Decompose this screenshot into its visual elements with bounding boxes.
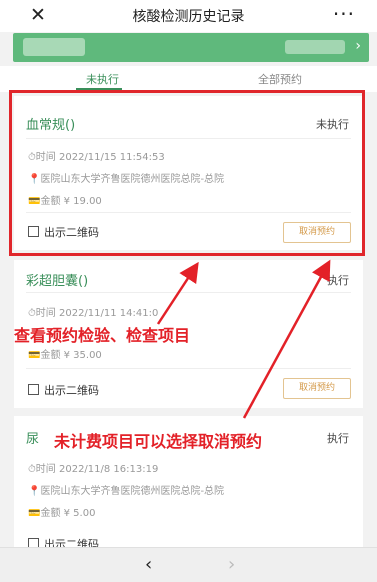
more-icon[interactable]: ··· [333, 2, 355, 26]
back-arrow-icon[interactable]: ‹ [145, 554, 152, 575]
divider [26, 368, 351, 369]
highlight-box [9, 90, 365, 256]
show-qr-button[interactable]: 出示二维码 [28, 382, 99, 398]
qr-code-icon [28, 384, 39, 395]
tab-bar: 未执行 全部预约 [0, 66, 377, 92]
record-time: ⏱时间 2022/11/11 14:41:0 [28, 308, 159, 319]
record-time: ⏱时间 2022/11/8 16:13:19 [28, 464, 159, 475]
cancel-appointment-button[interactable]: 取消预约 [283, 378, 351, 399]
tab-pending[interactable]: 未执行 [86, 71, 119, 87]
page-title: 核酸检测历史记录 [132, 9, 245, 25]
annotation-cancel-hint: 未计费项目可以选择取消预约 [54, 432, 263, 451]
card-number-redacted [285, 40, 345, 54]
annotation-view-items: 查看预约检验、检查项目 [14, 326, 191, 345]
record-amount: 💳金额 ¥ 35.00 [28, 350, 102, 361]
tab-all-appointments[interactable]: 全部预约 [258, 71, 302, 87]
divider [26, 292, 351, 293]
patient-id-redacted [23, 38, 85, 56]
chevron-right-icon: › [355, 38, 361, 54]
record-status: 执行 [327, 432, 349, 445]
forward-arrow-icon[interactable]: › [228, 554, 235, 575]
top-bar: ✕ 核酸检测历史记录 ··· [0, 0, 377, 32]
patient-card-banner[interactable]: › [13, 33, 369, 62]
record-status: 执行 [327, 274, 349, 287]
record-hospital: 📍医院山东大学齐鲁医院德州医院总院-总院 [28, 486, 225, 497]
record-amount: 💳金额 ¥ 5.00 [28, 508, 96, 519]
bottom-nav-bar: ‹ › [0, 547, 377, 582]
record-name: 彩超胆囊() [26, 274, 89, 289]
record-name: 尿 [26, 432, 40, 447]
